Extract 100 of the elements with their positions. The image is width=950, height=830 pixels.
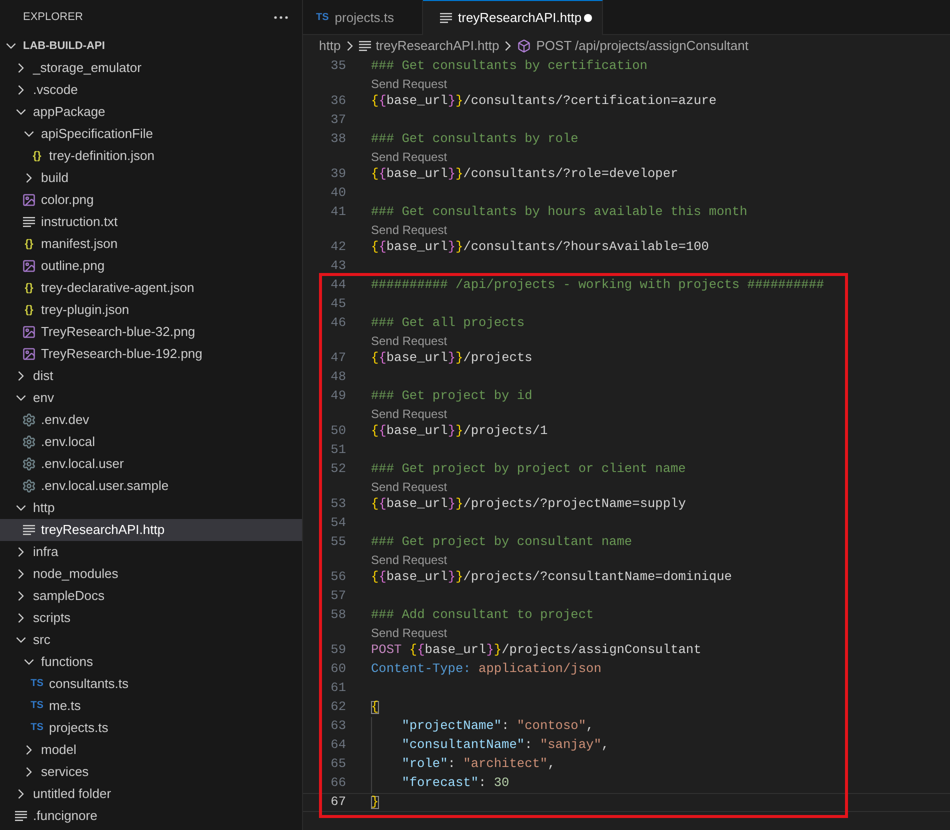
ts-icon: TS (30, 723, 44, 733)
line-number: 66 (330, 777, 346, 790)
line-number: 58 (330, 609, 346, 622)
send-request-link[interactable]: Send Request (371, 481, 448, 493)
line-number: 57 (330, 590, 346, 603)
file-item[interactable]: TS me.ts (0, 695, 302, 717)
image-icon (22, 347, 36, 361)
folder-item[interactable]: build (0, 167, 302, 189)
code-line: {{base_url}}/consultants/?hoursAvailable=100 (371, 238, 709, 256)
folder-item[interactable]: dist (0, 365, 302, 387)
braces-icon: {} (24, 282, 34, 294)
file-item[interactable]: color.png (0, 189, 302, 211)
gear-icon (22, 413, 36, 427)
folder-item[interactable]: appPackage (0, 101, 302, 123)
ts-icon: TS (30, 679, 44, 689)
lines-icon (23, 217, 35, 227)
line-number: 55 (330, 536, 346, 549)
file-item[interactable]: TreyResearch-blue-192.png (0, 343, 302, 365)
gear-icon (22, 479, 36, 493)
folder-item[interactable]: src (0, 629, 302, 651)
file-item[interactable]: .env.local.user.sample (0, 475, 302, 497)
send-request-link[interactable]: Send Request (371, 335, 448, 347)
folder-item[interactable]: LAB-BUILD-API (0, 35, 302, 57)
code-line: ########## /api/projects - working with projects ########## (371, 276, 824, 294)
code-line: "projectName": "contoso", (371, 717, 594, 736)
line-number: 41 (330, 206, 346, 219)
code-line: {{base_url}}/consultants/?role=developer (371, 165, 678, 184)
code-line: "forecast": 30 (371, 774, 510, 793)
gear-icon (22, 457, 36, 471)
file-item[interactable]: {} trey-definition.json (0, 145, 302, 167)
line-number: 38 (330, 133, 346, 146)
file-item[interactable]: {} manifest.json (0, 233, 302, 255)
line-number: 54 (330, 517, 346, 530)
code-line: { (371, 698, 379, 716)
line-number: 43 (330, 260, 346, 273)
line-number: 45 (330, 298, 346, 311)
folder-item[interactable]: http (0, 497, 302, 519)
image-icon (22, 193, 36, 207)
file-item[interactable]: outline.png (0, 255, 302, 277)
file-item[interactable]: {} trey-plugin.json (0, 299, 302, 321)
send-request-link[interactable]: Send Request (371, 554, 448, 566)
chevron-right-icon (505, 41, 512, 51)
lines-icon (15, 811, 27, 821)
ts-icon: TS (316, 12, 329, 22)
folder-item[interactable]: model (0, 739, 302, 761)
line-number: 56 (330, 571, 346, 584)
file-item[interactable]: instruction.txt (0, 211, 302, 233)
code-line: ### Get project by id (371, 387, 532, 406)
line-number: 51 (330, 444, 346, 457)
file-item[interactable]: TreyResearch-blue-32.png (0, 321, 302, 343)
folder-item[interactable]: sampleDocs (0, 585, 302, 607)
send-request-link[interactable]: Send Request (371, 408, 448, 420)
file-item[interactable]: .env.local.user (0, 453, 302, 475)
folder-item[interactable]: .vscode (0, 79, 302, 101)
sidebar-title: EXPLORER (23, 10, 83, 26)
folder-item[interactable]: functions (0, 651, 302, 673)
file-item[interactable]: TS projects.ts (0, 717, 302, 739)
image-icon (22, 325, 36, 339)
folder-item[interactable]: infra (0, 541, 302, 563)
folder-item[interactable]: node_modules (0, 563, 302, 585)
folder-item[interactable]: services (0, 761, 302, 783)
line-number: 47 (330, 352, 346, 365)
ts-icon: TS (30, 701, 44, 711)
line-number: 49 (330, 390, 346, 403)
file-item[interactable]: .funcignore (0, 805, 302, 827)
braces-icon: {} (32, 150, 42, 162)
line-number: 35 (330, 60, 346, 73)
braces-icon: {} (24, 304, 34, 316)
line-number: 48 (330, 371, 346, 384)
breadcrumb-item[interactable]: treyResearchAPI.http (358, 36, 500, 56)
code-line: ### Get all projects (371, 314, 525, 332)
send-request-link[interactable]: Send Request (371, 151, 448, 163)
line-number: 40 (330, 187, 346, 200)
braces-icon: {} (24, 238, 34, 250)
more-icon[interactable] (274, 16, 288, 19)
send-request-link[interactable]: Send Request (371, 627, 448, 639)
file-item[interactable]: .env.dev (0, 409, 302, 431)
folder-item[interactable]: _storage_emulator (0, 57, 302, 79)
file-item[interactable]: .env.local (0, 431, 302, 453)
breadcrumb-item[interactable]: POST /api/projects/assignConsultant (517, 36, 748, 56)
code-line: ### Get consultants by hours available this month (371, 203, 748, 222)
code-line: POST {{base_url}}/projects/assignConsultant (371, 641, 702, 660)
folder-item[interactable]: untitled folder (0, 783, 302, 805)
code-line: ### Get project by consultant name (371, 533, 632, 552)
send-request-link[interactable]: Send Request (371, 224, 448, 236)
lines-icon (23, 525, 35, 535)
folder-item[interactable]: apiSpecificationFile (0, 123, 302, 145)
breadcrumb-item[interactable]: http (319, 36, 341, 56)
folder-item[interactable]: env (0, 387, 302, 409)
file-item[interactable]: {} trey-declarative-agent.json (0, 277, 302, 299)
code-line: } (371, 794, 379, 811)
code-line: Content-Type: application/json (371, 660, 602, 678)
line-number: 37 (330, 114, 346, 127)
chevron-right-icon (346, 41, 353, 51)
folder-item[interactable]: scripts (0, 607, 302, 629)
send-request-link[interactable]: Send Request (371, 78, 448, 90)
editor-tab[interactable]: treyResearchAPI.http (423, 0, 603, 35)
line-number: 59 (330, 644, 346, 657)
file-item[interactable]: TS consultants.ts (0, 673, 302, 695)
file-item[interactable]: treyResearchAPI.http (0, 519, 302, 541)
